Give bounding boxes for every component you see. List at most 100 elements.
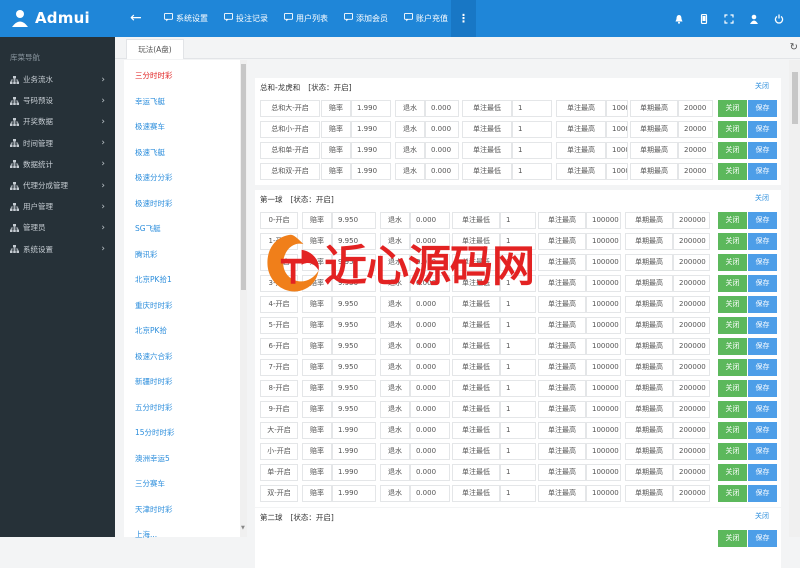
- game-list-item[interactable]: 五分时时彩: [124, 392, 240, 418]
- save-button[interactable]: 保存: [748, 401, 777, 418]
- close-button[interactable]: 关闭: [718, 212, 747, 229]
- rebate-input[interactable]: 0.000: [410, 317, 450, 334]
- min-input[interactable]: 1: [500, 338, 536, 355]
- game-list-item[interactable]: 三分赛车: [124, 468, 240, 494]
- max-input[interactable]: 10000: [606, 142, 628, 159]
- sidebar-item[interactable]: 管理员 ›: [0, 217, 115, 238]
- close-button[interactable]: 关闭: [718, 530, 747, 547]
- period-input[interactable]: 200000: [673, 464, 710, 481]
- close-button[interactable]: 关闭: [718, 317, 747, 334]
- game-list-item[interactable]: SG飞艇: [124, 213, 240, 239]
- max-input[interactable]: 100000: [586, 422, 621, 439]
- game-list-item[interactable]: 腾讯彩: [124, 239, 240, 265]
- rebate-input[interactable]: 0.000: [410, 401, 450, 418]
- game-list-item[interactable]: 幸运飞艇: [124, 86, 240, 112]
- game-list-item[interactable]: 15分时时彩: [124, 417, 240, 443]
- min-input[interactable]: 1: [500, 485, 536, 502]
- max-input[interactable]: 100000: [586, 254, 621, 271]
- content-scrollbar[interactable]: [789, 60, 800, 537]
- period-input[interactable]: 200000: [673, 485, 710, 502]
- sidebar-item[interactable]: 业务流水 ›: [0, 69, 115, 90]
- topnav-item[interactable]: 用户列表: [276, 0, 336, 37]
- max-input[interactable]: 100000: [586, 317, 621, 334]
- close-button[interactable]: 关闭: [718, 100, 747, 117]
- rate-input[interactable]: 1.990: [351, 163, 391, 180]
- close-button[interactable]: 关闭: [718, 121, 747, 138]
- period-input[interactable]: 20000: [678, 163, 713, 180]
- rate-input[interactable]: 9.950: [332, 401, 376, 418]
- rebate-input[interactable]: 0.000: [425, 100, 459, 117]
- game-list-item[interactable]: 北京PK拾1: [124, 264, 240, 290]
- close-button[interactable]: 关闭: [718, 464, 747, 481]
- game-list-item[interactable]: 极速分分彩: [124, 162, 240, 188]
- max-input[interactable]: 100000: [586, 233, 621, 250]
- save-button[interactable]: 保存: [748, 338, 777, 355]
- save-button[interactable]: 保存: [748, 163, 777, 180]
- min-input[interactable]: 1: [500, 359, 536, 376]
- period-input[interactable]: 200000: [673, 422, 710, 439]
- period-input[interactable]: 20000: [678, 142, 713, 159]
- game-list-item[interactable]: 重庆时时彩: [124, 290, 240, 316]
- save-button[interactable]: 保存: [748, 359, 777, 376]
- close-button[interactable]: 关闭: [718, 254, 747, 271]
- game-list-scrollbar[interactable]: ▼: [240, 60, 247, 537]
- close-button[interactable]: 关闭: [718, 163, 747, 180]
- close-button[interactable]: 关闭: [718, 142, 747, 159]
- user-icon[interactable]: [749, 14, 759, 24]
- sidebar-item[interactable]: 数据统计 ›: [0, 154, 115, 175]
- game-list-item[interactable]: 极速飞艇: [124, 137, 240, 163]
- max-input[interactable]: 100000: [586, 443, 621, 460]
- rate-input[interactable]: 1.990: [351, 142, 391, 159]
- period-input[interactable]: 20000: [678, 121, 713, 138]
- save-button[interactable]: 保存: [748, 464, 777, 481]
- save-button[interactable]: 保存: [748, 233, 777, 250]
- sidebar-item[interactable]: 用户管理 ›: [0, 196, 115, 217]
- max-input[interactable]: 100000: [586, 296, 621, 313]
- rate-input[interactable]: 1.990: [332, 443, 376, 460]
- period-input[interactable]: 200000: [673, 380, 710, 397]
- close-button[interactable]: 关闭: [718, 338, 747, 355]
- topnav-item[interactable]: 系统设置: [156, 0, 216, 37]
- rebate-input[interactable]: 0.000: [410, 380, 450, 397]
- period-input[interactable]: 200000: [673, 338, 710, 355]
- game-list-item[interactable]: 澳洲幸运5: [124, 443, 240, 469]
- period-input[interactable]: 20000: [678, 100, 713, 117]
- min-input[interactable]: 1: [500, 464, 536, 481]
- rate-input[interactable]: 9.950: [332, 380, 376, 397]
- max-input[interactable]: 100000: [586, 212, 621, 229]
- rebate-input[interactable]: 0.000: [410, 485, 450, 502]
- power-icon[interactable]: [774, 14, 784, 24]
- scrollbar-thumb[interactable]: [241, 64, 246, 290]
- period-input[interactable]: 200000: [673, 401, 710, 418]
- max-input[interactable]: 100000: [586, 275, 621, 292]
- close-button[interactable]: 关闭: [718, 233, 747, 250]
- close-button[interactable]: 关闭: [718, 443, 747, 460]
- min-input[interactable]: 1: [500, 443, 536, 460]
- rebate-input[interactable]: 0.000: [410, 212, 450, 229]
- save-button[interactable]: 保存: [748, 275, 777, 292]
- max-input[interactable]: 10000: [606, 121, 628, 138]
- section-close-link[interactable]: 关闭: [755, 193, 769, 203]
- topnav-item[interactable]: 投注记录: [216, 0, 276, 37]
- game-list-item[interactable]: 北京PK拾: [124, 315, 240, 341]
- rebate-input[interactable]: 0.000: [425, 142, 459, 159]
- rate-input[interactable]: 1.990: [351, 121, 391, 138]
- game-list-item[interactable]: 天津时时彩: [124, 494, 240, 520]
- rate-input[interactable]: 9.950: [332, 317, 376, 334]
- save-button[interactable]: 保存: [748, 100, 777, 117]
- rebate-input[interactable]: 0.000: [425, 163, 459, 180]
- rebate-input[interactable]: 0.000: [410, 359, 450, 376]
- sidebar-item[interactable]: 号码预设 ›: [0, 90, 115, 111]
- back-arrow-icon[interactable]: ←: [130, 10, 142, 26]
- period-input[interactable]: 200000: [673, 275, 710, 292]
- rate-input[interactable]: 9.950: [332, 212, 376, 229]
- min-input[interactable]: 1: [500, 212, 536, 229]
- period-input[interactable]: 200000: [673, 233, 710, 250]
- game-list-item[interactable]: 极速赛车: [124, 111, 240, 137]
- rebate-input[interactable]: 0.000: [410, 443, 450, 460]
- game-list-item[interactable]: 上海...: [124, 519, 240, 545]
- sidebar-item[interactable]: 时间管理 ›: [0, 133, 115, 154]
- min-input[interactable]: 1: [500, 317, 536, 334]
- sidebar-item[interactable]: 代理分成管理 ›: [0, 175, 115, 196]
- save-button[interactable]: 保存: [748, 296, 777, 313]
